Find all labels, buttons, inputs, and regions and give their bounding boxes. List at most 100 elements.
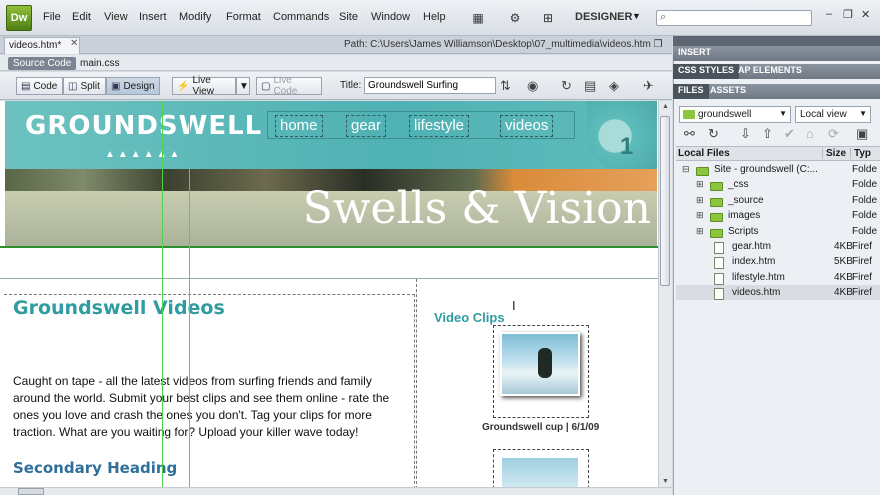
file-name: _source [728, 194, 764, 206]
file-row[interactable]: ⊟ Site - groundswell (C:... Folde [676, 162, 880, 177]
file-row[interactable]: ⊞ _source Folde [676, 193, 880, 208]
related-file-css[interactable]: main.css [80, 58, 119, 69]
check-browser-icon[interactable]: ✈ [643, 78, 654, 94]
live-view-button[interactable]: ⚡ Live View [172, 75, 236, 97]
live-code-icon: ▢ [261, 80, 271, 92]
view-dropdown[interactable]: Local view ▼ [795, 106, 871, 123]
view-options-icon[interactable]: ▤ [584, 78, 596, 94]
check-in-icon[interactable]: ⌂ [806, 126, 814, 141]
page-title-input[interactable] [364, 77, 496, 94]
design-view-button[interactable]: ▣ Design [106, 77, 160, 95]
tab-videos[interactable]: videos.htm* [4, 37, 80, 54]
chevron-down-icon[interactable]: ▼ [632, 11, 641, 21]
file-row[interactable]: lifestyle.htm 4KB Firef [676, 270, 880, 285]
tab-ap-elements[interactable]: AP ELEMENTS [733, 64, 807, 79]
close-icon[interactable]: ✕ [861, 8, 870, 21]
nav-lifestyle[interactable]: lifestyle [409, 115, 470, 137]
chevron-down-icon: ▼ [779, 109, 787, 118]
layout-icon[interactable]: ▦ [468, 9, 488, 27]
horizontal-scrollbar[interactable] [0, 487, 672, 495]
page-header[interactable]: GROUNDSWELL ▲▲▲▲▲▲ home gear lifestyle v… [5, 101, 657, 246]
live-code-button[interactable]: ▢ Live Code [256, 75, 322, 97]
design-canvas[interactable]: GROUNDSWELL ▲▲▲▲▲▲ home gear lifestyle v… [0, 101, 658, 487]
tab-assets[interactable]: ASSETS [705, 84, 751, 99]
site-icon[interactable]: ⊞ [538, 9, 558, 27]
split-view-button[interactable]: ◫ Split [63, 77, 106, 95]
restore-icon[interactable]: ❐ [843, 8, 853, 21]
panel-collapse-bar[interactable] [673, 36, 880, 46]
insert-panel-header[interactable]: INSERT [673, 46, 880, 61]
get-files-icon[interactable]: ⇩ [740, 126, 751, 142]
menu-edit[interactable]: Edit [72, 11, 91, 23]
expand-icon[interactable]: ⊞ [696, 226, 704, 237]
close-tab-icon[interactable]: ✕ [70, 38, 78, 49]
source-code-button[interactable]: Source Code [8, 57, 77, 70]
col-local-files[interactable]: Local Files [678, 148, 730, 159]
file-row[interactable]: ⊞ images Folde [676, 208, 880, 223]
site-dropdown[interactable]: groundswell ▼ [679, 106, 791, 123]
live-view-dropdown[interactable]: ▼ [236, 77, 250, 95]
video-thumbnail-2[interactable] [493, 449, 589, 487]
view-value: Local view [800, 109, 847, 120]
scroll-up-icon[interactable]: ▲ [662, 103, 669, 110]
tab-css-styles[interactable]: CSS STYLES [673, 64, 740, 79]
file-row[interactable]: videos.htm 4KB Firef [676, 285, 880, 301]
guide-line[interactable] [189, 101, 190, 487]
file-row[interactable]: index.htm 5KB Firef [676, 254, 880, 270]
minimize-icon[interactable]: – [826, 8, 832, 20]
surfer-figure [538, 348, 552, 378]
put-files-icon[interactable]: ⇧ [762, 126, 773, 142]
menu-view[interactable]: View [104, 11, 128, 23]
expand-icon[interactable]: ▣ [856, 126, 868, 142]
expand-icon[interactable]: ⊞ [696, 179, 704, 190]
empty-div[interactable] [0, 249, 658, 279]
video-clips-heading[interactable]: Video Clips [434, 310, 505, 325]
split-label: Split [80, 80, 100, 92]
file-row[interactable]: gear.htm 4KB Firef [676, 239, 880, 254]
collapse-icon[interactable]: ⊟ [682, 164, 690, 175]
menu-file[interactable]: File [43, 11, 61, 23]
connect-icon[interactable]: ⚯ [684, 126, 695, 142]
file-size: 4KB [834, 271, 853, 283]
code-view-button[interactable]: ▤ Code [16, 77, 63, 95]
menu-site[interactable]: Site [339, 11, 358, 23]
file-row[interactable]: ⊞ Scripts Folde [676, 224, 880, 239]
guide-line[interactable] [162, 101, 163, 487]
extend-gear-icon[interactable]: ⚙ [505, 9, 525, 27]
clip-caption[interactable]: Groundswell cup | 6/1/09 [482, 422, 599, 433]
visual-aids-icon[interactable]: ◈ [609, 78, 619, 94]
refresh-files-icon[interactable]: ↻ [708, 126, 719, 142]
search-input[interactable]: ⌕ [656, 10, 812, 26]
menu-insert[interactable]: Insert [139, 11, 167, 23]
menu-window[interactable]: Window [371, 11, 410, 23]
menu-help[interactable]: Help [423, 11, 446, 23]
file-management-icon[interactable]: ⇅ [500, 78, 511, 94]
file-name: _css [728, 179, 749, 191]
nav-home[interactable]: home [275, 115, 323, 137]
intro-paragraph[interactable]: Caught on tape - all the latest videos f… [13, 373, 405, 441]
sync-icon[interactable]: ⟳ [828, 126, 839, 142]
refresh-icon[interactable]: ↻ [561, 78, 572, 94]
scroll-down-icon[interactable]: ▼ [662, 478, 669, 485]
restore-doc-icon[interactable]: ❐ [654, 39, 663, 50]
secondary-heading[interactable]: Secondary Heading [13, 459, 177, 477]
banner: Swells & Vision [5, 183, 657, 246]
horizontal-scroll-thumb[interactable] [18, 488, 44, 495]
menu-format[interactable]: Format [226, 11, 261, 23]
menu-commands[interactable]: Commands [273, 11, 329, 23]
expand-icon[interactable]: ⊞ [696, 195, 704, 206]
tab-files[interactable]: FILES [673, 84, 709, 99]
col-type[interactable]: Typ [850, 148, 871, 159]
check-out-icon[interactable]: ✔ [784, 126, 795, 142]
video-thumbnail[interactable] [493, 325, 589, 418]
preview-browser-icon[interactable]: ◉ [527, 78, 538, 94]
nav-gear[interactable]: gear [346, 115, 387, 137]
nav-videos[interactable]: videos [500, 115, 554, 137]
file-row[interactable]: ⊞ _css Folde [676, 177, 880, 192]
page-heading[interactable]: Groundswell Videos [13, 297, 225, 319]
col-size[interactable]: Size [822, 148, 846, 159]
menu-modify[interactable]: Modify [179, 11, 211, 23]
vertical-scroll-thumb[interactable] [660, 116, 670, 286]
expand-icon[interactable]: ⊞ [696, 210, 704, 221]
workspace-switcher[interactable]: DESIGNER [575, 11, 632, 23]
